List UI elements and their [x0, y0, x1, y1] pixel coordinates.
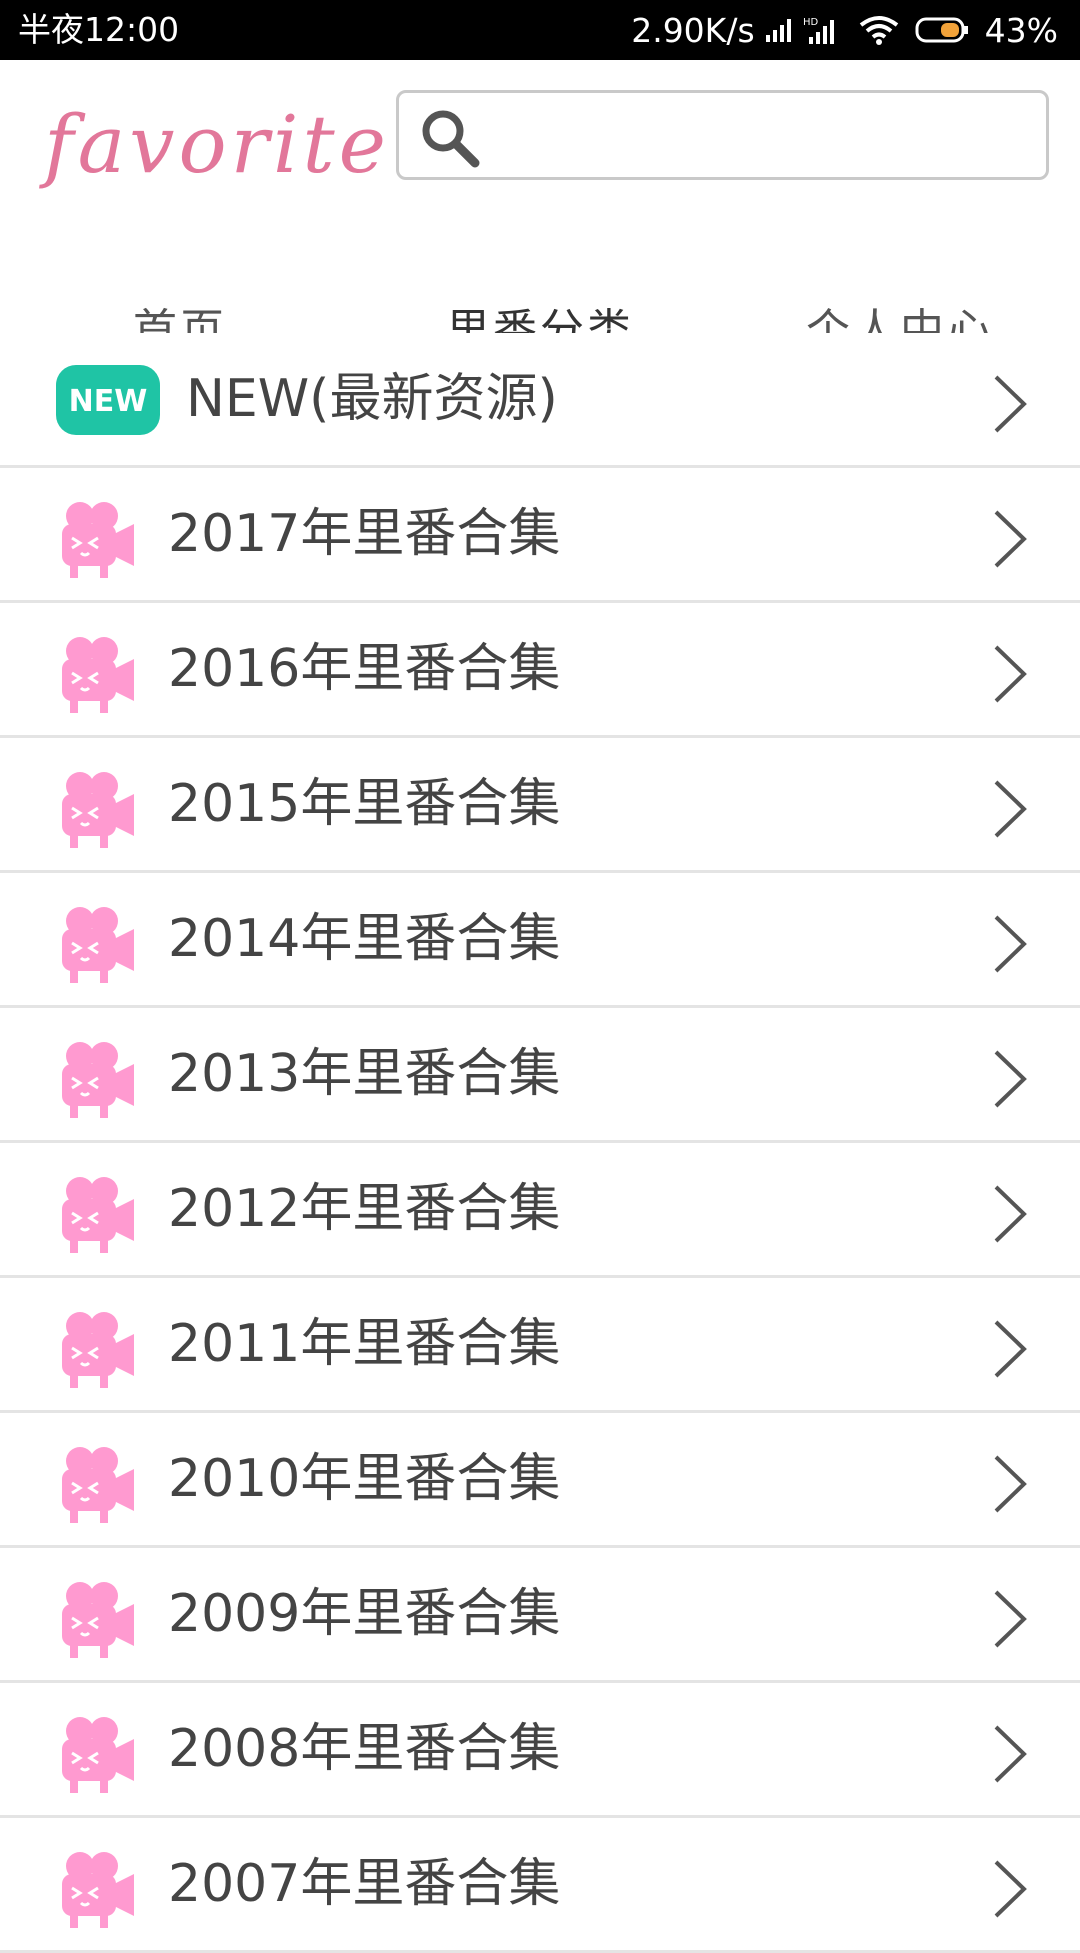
list-item-label: 2012年里番合集 — [168, 1179, 561, 1239]
list-item-year[interactable]: 2007年里番合集 — [0, 1818, 1080, 1953]
battery-icon — [915, 17, 968, 43]
status-time: 半夜12:00 — [18, 10, 180, 49]
wifi-icon — [859, 16, 898, 45]
chevron-right-icon — [994, 915, 1027, 973]
chevron-right-icon — [994, 780, 1027, 838]
app-header: favorite 首页 里番分类 个人中心 — [0, 60, 1080, 393]
list-item-label: 2014年里番合集 — [168, 909, 561, 969]
list-item-label: NEW(最新资源) — [186, 369, 558, 429]
movie-camera-icon — [62, 772, 134, 848]
chevron-right-icon — [994, 1050, 1027, 1108]
movie-camera-icon — [62, 1852, 134, 1928]
movie-camera-icon — [62, 907, 134, 983]
new-badge-icon: NEW — [56, 365, 160, 435]
hd-signal-icon: HD — [803, 17, 834, 44]
chevron-right-icon — [994, 1860, 1027, 1918]
movie-camera-icon — [62, 1312, 134, 1388]
chevron-right-icon — [994, 1725, 1027, 1783]
list-item-year[interactable]: 2016年里番合集 — [0, 603, 1080, 738]
list-item-year[interactable]: 2011年里番合集 — [0, 1278, 1080, 1413]
signal-icon — [765, 19, 791, 42]
list-item-label: 2013年里番合集 — [168, 1044, 561, 1104]
list-item-year[interactable]: 2013年里番合集 — [0, 1008, 1080, 1143]
movie-camera-icon — [62, 1042, 134, 1118]
chevron-right-icon — [994, 1320, 1027, 1378]
svg-text:HD: HD — [803, 17, 819, 28]
list-item-year[interactable]: 2012年里番合集 — [0, 1143, 1080, 1278]
chevron-right-icon — [994, 375, 1027, 433]
chevron-right-icon — [994, 1185, 1027, 1243]
search-input[interactable] — [499, 101, 1029, 169]
list-item-year[interactable]: 2010年里番合集 — [0, 1413, 1080, 1548]
movie-camera-icon — [62, 502, 134, 578]
list-item-new[interactable]: NEW NEW(最新资源) — [0, 333, 1080, 468]
list-item-label: 2007年里番合集 — [168, 1854, 561, 1914]
movie-camera-icon — [62, 1717, 134, 1793]
movie-camera-icon — [62, 1177, 134, 1253]
new-badge-text: NEW — [69, 384, 148, 419]
movie-camera-icon — [62, 1447, 134, 1523]
movie-camera-icon — [62, 1582, 134, 1658]
list-item-year[interactable]: 2015年里番合集 — [0, 738, 1080, 873]
list-item-year[interactable]: 2008年里番合集 — [0, 1683, 1080, 1818]
list-item-label: 2015年里番合集 — [168, 774, 561, 834]
list-item-label: 2011年里番合集 — [168, 1314, 561, 1374]
chevron-right-icon — [994, 1455, 1027, 1513]
list-item-year[interactable]: 2014年里番合集 — [0, 873, 1080, 1008]
list-item-label: 2016年里番合集 — [168, 639, 561, 699]
chevron-right-icon — [994, 1590, 1027, 1648]
chevron-right-icon — [994, 645, 1027, 703]
app-logo: favorite — [44, 98, 390, 191]
network-speed: 2.90K/s — [631, 10, 755, 50]
list-item-label: 2017年里番合集 — [168, 504, 561, 564]
status-bar: 半夜12:00 2.90K/s HD 43% — [0, 0, 1080, 60]
list-item-year[interactable]: 2009年里番合集 — [0, 1548, 1080, 1683]
list-item-label: 2008年里番合集 — [168, 1719, 561, 1779]
status-indicators: 2.90K/s HD 43% — [631, 0, 1058, 60]
chevron-right-icon — [994, 510, 1027, 568]
category-list: NEW NEW(最新资源) 2017年里番合集 2016年里番合集 2015年里… — [0, 333, 1080, 1953]
search-icon[interactable] — [419, 107, 481, 169]
search-box[interactable] — [396, 90, 1049, 180]
movie-camera-icon — [62, 637, 134, 713]
battery-level: 43% — [984, 10, 1058, 50]
list-item-label: 2010年里番合集 — [168, 1449, 561, 1509]
list-item-year[interactable]: 2017年里番合集 — [0, 468, 1080, 603]
list-item-label: 2009年里番合集 — [168, 1584, 561, 1644]
